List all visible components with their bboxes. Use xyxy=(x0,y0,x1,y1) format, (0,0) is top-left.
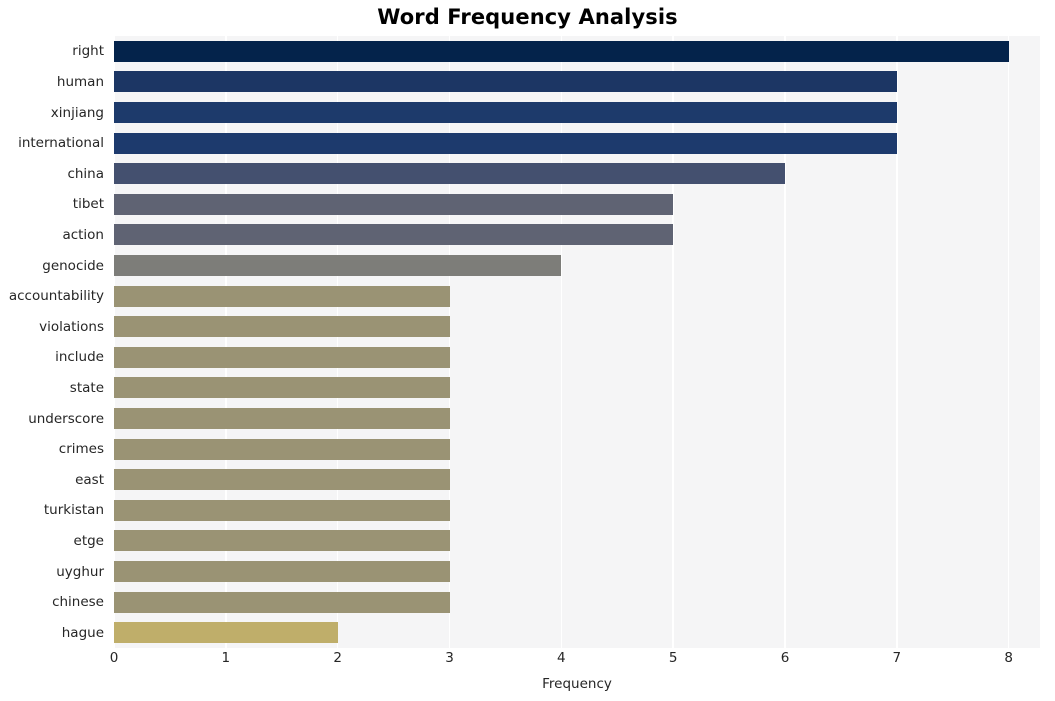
x-tick-label-6: 6 xyxy=(780,650,790,666)
bar-include[interactable] xyxy=(114,346,450,368)
y-tick-label-china: china xyxy=(67,165,104,182)
x-tick-label-7: 7 xyxy=(892,650,902,666)
x-tick-label-3: 3 xyxy=(445,650,454,666)
x-axis-label: Frequency xyxy=(542,676,612,692)
x-tick-label-1: 1 xyxy=(221,650,231,666)
bar-accountability[interactable] xyxy=(114,285,450,307)
bar-chinese[interactable] xyxy=(114,591,450,613)
bar-action[interactable] xyxy=(114,224,674,246)
y-tick-label-underscore: underscore xyxy=(28,410,104,427)
x-axis-tick-labels: 0 1 2 3 4 5 6 7 8 xyxy=(110,650,1040,672)
bar-hague[interactable] xyxy=(114,622,338,644)
bar-violations[interactable] xyxy=(114,316,450,338)
y-tick-label-human: human xyxy=(56,73,104,90)
y-axis-tick-labels: right human xinjiang international china tibe… xyxy=(0,36,104,648)
bar-human[interactable] xyxy=(114,71,897,93)
bar-genocide[interactable] xyxy=(114,255,562,276)
y-tick-label-state: state xyxy=(69,379,104,396)
bar-etge[interactable] xyxy=(114,530,450,552)
x-tick-label-0: 0 xyxy=(109,650,119,666)
bar-turkistan[interactable] xyxy=(114,499,450,521)
bar-xinjiang[interactable] xyxy=(114,102,897,123)
bar-crimes[interactable] xyxy=(114,438,450,460)
y-tick-label-east: east xyxy=(75,471,104,488)
y-tick-label-crimes: crimes xyxy=(58,441,104,458)
y-tick-label-chinese: chinese xyxy=(52,594,104,611)
bar-underscore[interactable] xyxy=(114,408,450,429)
x-tick-label-8: 8 xyxy=(1004,650,1013,666)
y-tick-label-etge: etge xyxy=(73,532,104,549)
bar-right[interactable] xyxy=(114,40,1009,62)
word-frequency-chart-figure: Word Frequency Analysis right human xinjia… xyxy=(0,0,1055,701)
y-tick-label-tibet: tibet xyxy=(72,196,104,213)
chart-title: Word Frequency Analysis xyxy=(377,5,678,29)
y-tick-label-hague: hague xyxy=(61,624,104,641)
bar-international[interactable] xyxy=(114,132,897,154)
y-tick-label-turkistan: turkistan xyxy=(43,502,104,519)
x-tick-label-5: 5 xyxy=(668,650,678,666)
y-tick-label-violations: violations xyxy=(39,318,104,335)
plot-area xyxy=(114,36,1040,648)
y-tick-label-uyghur: uyghur xyxy=(56,563,104,580)
y-tick-label-genocide: genocide xyxy=(42,257,104,274)
bar-china[interactable] xyxy=(114,163,785,185)
bar-uyghur[interactable] xyxy=(114,561,450,582)
y-tick-label-right: right xyxy=(72,43,104,60)
y-tick-label-include: include xyxy=(55,349,104,366)
y-tick-label-xinjiang: xinjiang xyxy=(50,104,104,121)
y-tick-label-action: action xyxy=(62,226,104,243)
y-tick-label-accountability: accountability xyxy=(8,288,104,305)
bar-east[interactable] xyxy=(114,469,450,491)
bar-state[interactable] xyxy=(114,377,450,399)
x-tick-label-4: 4 xyxy=(557,650,566,666)
x-tick-label-2: 2 xyxy=(333,650,342,666)
bar-tibet[interactable] xyxy=(114,193,674,215)
y-tick-label-international: international xyxy=(18,135,104,152)
bars-container xyxy=(114,36,1040,648)
